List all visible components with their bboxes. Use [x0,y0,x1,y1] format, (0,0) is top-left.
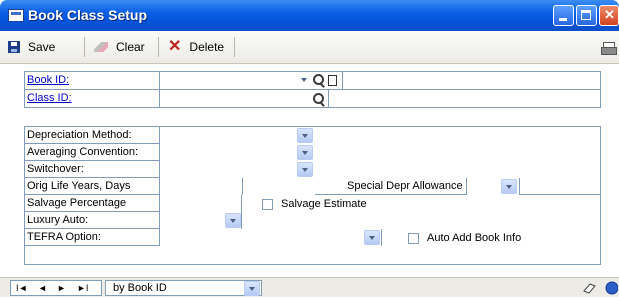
class-id-label[interactable]: Class ID: [25,90,159,107]
delete-label: Delete [189,40,225,54]
sort-order-value: by Book ID [113,282,167,294]
window-title: Book Class Setup [28,7,148,23]
class-id-lookup-icon[interactable] [313,93,325,105]
save-label: Save [28,40,56,54]
book-description [342,72,600,89]
last-record-button[interactable]: ►I [77,283,88,293]
window-icon [8,9,24,22]
toolbar-divider [158,37,159,57]
title-bar: Book Class Setup [0,0,619,31]
book-id-dropdown[interactable] [297,73,313,88]
id-group: Book ID: Class ID: [24,71,601,108]
toolbar-divider [234,37,235,57]
salvage-estimate-checkbox[interactable] [262,199,273,210]
special-depr-dropdown[interactable] [501,179,517,194]
first-record-button[interactable]: I◄ [16,283,27,293]
switchover-dropdown[interactable] [297,162,313,177]
depreciation-method-dropdown[interactable] [297,128,313,143]
print-icon[interactable] [601,42,617,55]
averaging-convention-dropdown[interactable] [297,145,313,160]
class-id-input[interactable] [159,90,308,107]
status-icons [582,281,619,298]
orig-life-label: Orig Life Years, Days [27,180,131,192]
toolbar: Save Clear ✕ Delete [0,31,619,64]
next-record-button[interactable]: ► [57,283,66,293]
book-id-label[interactable]: Book ID: [25,72,159,89]
minimize-button[interactable] [553,5,574,26]
luxury-auto-dropdown[interactable] [225,213,241,228]
tefra-option-dropdown[interactable] [364,230,380,245]
clear-button[interactable]: Clear [94,39,145,55]
maximize-button[interactable] [576,5,597,26]
delete-button[interactable]: ✕ Delete [168,39,224,55]
switchover-select[interactable] [159,161,315,178]
sort-order-dropdown[interactable] [244,281,260,296]
save-button[interactable]: Save [8,39,55,55]
auto-add-book-info-checkbox[interactable] [408,233,419,244]
status-bar: I◄ ◄ ► ►I by Book ID [0,277,619,297]
previous-record-button[interactable]: ◄ [38,283,47,293]
depreciation-group: Depreciation Method: Averaging Conventio… [24,126,601,265]
toolbar-divider [84,37,85,57]
eraser-icon [94,42,108,52]
luxury-auto-label: Luxury Auto: [27,214,89,226]
delete-icon: ✕ [168,38,182,55]
orig-life-years-input[interactable] [159,178,242,195]
book-id-lookup-icon[interactable] [313,74,325,86]
sort-order-select[interactable]: by Book ID [105,280,262,296]
tefra-option-label: TEFRA Option: [27,231,101,243]
salvage-estimate-label: Salvage Estimate [281,198,367,210]
averaging-convention-label: Averaging Convention: [27,146,139,158]
clear-label: Clear [116,40,145,54]
depreciation-method-select[interactable] [159,127,315,144]
averaging-convention-select[interactable] [159,144,315,161]
depreciation-method-label: Depreciation Method: [27,129,132,141]
salvage-percentage-input[interactable] [159,195,242,212]
save-icon [8,41,20,53]
switchover-label: Switchover: [27,163,84,175]
note-and-help-icons[interactable] [582,281,619,295]
salvage-percentage-label: Salvage Percentage [27,197,127,209]
auto-add-book-info-label: Auto Add Book Info [427,232,522,244]
new-book-icon[interactable] [328,75,337,86]
tefra-option-select[interactable] [159,229,382,246]
orig-life-days-input[interactable] [242,178,315,195]
book-id-input[interactable] [159,72,308,89]
record-navigation: I◄ ◄ ► ►I [10,280,102,296]
class-description [328,90,600,107]
close-button[interactable] [599,5,619,26]
special-depr-allowance-label: Special Depr Allowance [347,180,463,192]
